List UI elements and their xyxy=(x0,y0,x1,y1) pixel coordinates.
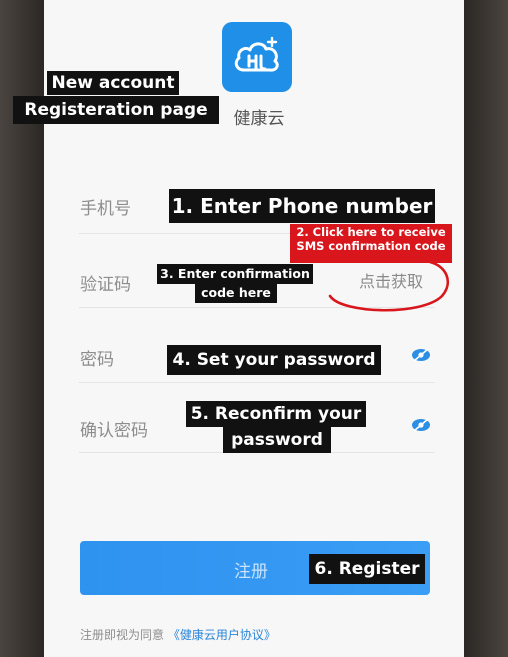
eye-icon[interactable] xyxy=(410,414,432,436)
annotation-step3-line1: 3. Enter confirmation xyxy=(157,264,313,284)
annotation-step6: 6. Register xyxy=(309,554,425,584)
annotation-step5-line1: 5. Reconfirm your xyxy=(186,401,366,427)
annotation-step2-line2: SMS confirmation code xyxy=(296,239,446,254)
confirm-password-label: 确认密码 xyxy=(80,421,148,441)
phone-label: 手机号 xyxy=(80,199,131,219)
highlight-circle xyxy=(328,260,449,312)
code-label: 验证码 xyxy=(80,275,131,295)
annotation-step5-line2: password xyxy=(223,427,331,453)
annotation-step2: 2. Click here to receive SMS confirmatio… xyxy=(290,224,452,263)
annotation-title-line2: Registeration page xyxy=(13,96,219,124)
app-name: 健康云 xyxy=(233,109,285,129)
annotation-step4: 4. Set your password xyxy=(167,345,381,375)
annotation-step2-line1: 2. Click here to receive xyxy=(296,225,446,239)
agreement-prefix: 注册即视为同意 xyxy=(80,628,165,642)
agreement-link[interactable]: 《健康云用户协议》 xyxy=(168,628,276,642)
password-label: 密码 xyxy=(80,350,114,370)
register-label: 注册 xyxy=(234,562,268,582)
eye-icon[interactable] xyxy=(410,344,432,366)
cloud-person-icon xyxy=(222,22,292,92)
agreement-text: 注册即视为同意 《健康云用户协议》 xyxy=(80,626,276,643)
password-divider xyxy=(79,382,434,383)
annotation-step3-line2: code here xyxy=(195,283,277,303)
annotation-title-line1: New account xyxy=(47,71,179,95)
phone-bezel-right xyxy=(464,0,508,657)
annotation-step1: 1. Enter Phone number xyxy=(169,189,435,223)
